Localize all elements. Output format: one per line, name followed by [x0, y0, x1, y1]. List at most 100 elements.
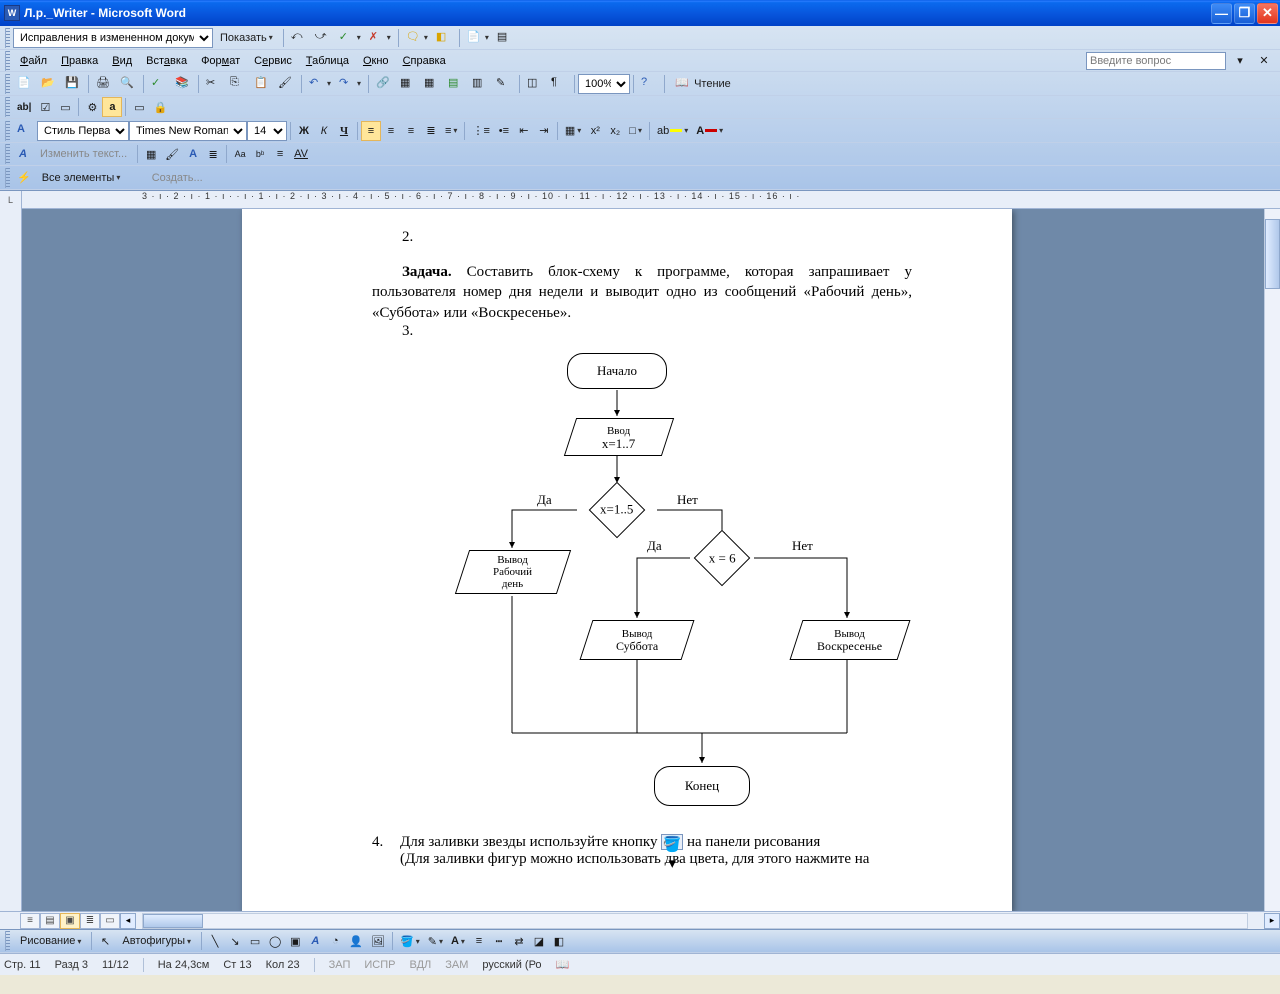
subscript-button[interactable]: x₂ [605, 121, 625, 141]
menu-table[interactable]: Таблица [299, 53, 356, 69]
all-entries-dropdown[interactable]: Все элементы [35, 168, 145, 188]
align-justify-button[interactable]: ≣ [421, 121, 441, 141]
page[interactable]: 2. Задача. Составить блок-схему к програ… [242, 209, 1012, 911]
outline-view-button[interactable]: ≣ [80, 913, 100, 929]
help-search-input[interactable]: Введите вопрос [1086, 52, 1226, 70]
status-ovr[interactable]: ЗАМ [445, 959, 468, 971]
highlight-color-button[interactable]: ab [653, 121, 692, 141]
dash-style-button[interactable]: ┅ [489, 931, 509, 951]
drawing-toggle-button[interactable]: ✎ [492, 74, 516, 94]
wordart-tool-button[interactable]: A [305, 931, 325, 951]
form-shading-button[interactable]: a [102, 97, 122, 117]
decrease-indent-button[interactable]: ⇤ [514, 121, 534, 141]
document-map-button[interactable]: ◫ [523, 74, 547, 94]
print-button[interactable]: 🖨 [92, 74, 116, 94]
menu-edit[interactable]: Правка [54, 53, 105, 69]
superscript-button[interactable]: x² [585, 121, 605, 141]
status-spelling-icon[interactable]: 📖 [556, 958, 570, 971]
line-tool-button[interactable]: ╲ [205, 931, 225, 951]
ruler-corner[interactable]: L [0, 191, 22, 209]
arrow-tool-button[interactable]: ↘ [225, 931, 245, 951]
scroll-right-button[interactable]: ▸ [1264, 913, 1280, 929]
new-doc-button[interactable]: 📄 [13, 74, 37, 94]
bulleted-list-button[interactable]: •≡ [494, 121, 514, 141]
copy-button[interactable]: ⎘ [226, 74, 250, 94]
redo-button[interactable]: ↷ [335, 74, 365, 94]
horizontal-ruler[interactable]: 3 · ı · 2 · ı · 1 · ı · · ı · 1 · ı · 2 … [22, 191, 1280, 209]
track-options-button[interactable]: 📄 [463, 28, 493, 48]
menu-window[interactable]: Окно [356, 53, 396, 69]
scroll-thumb[interactable] [143, 914, 203, 928]
grip-icon[interactable] [5, 28, 10, 48]
edit-text-button[interactable]: Изменить текст... [33, 144, 134, 164]
menu-help[interactable]: Справка [396, 53, 453, 69]
insert-wordart-button[interactable]: A [13, 144, 33, 164]
arrow-style-button[interactable]: ⇄ [509, 931, 529, 951]
line-spacing-button[interactable]: ≡ [441, 121, 461, 141]
status-ext[interactable]: ВДЛ [409, 959, 431, 971]
vertical-ruler[interactable] [0, 209, 22, 911]
document-area[interactable]: 2. Задача. Составить блок-схему к програ… [22, 209, 1280, 911]
tables-borders-button[interactable]: ▦ [396, 74, 420, 94]
wordart-spacing-button[interactable]: AV [290, 144, 312, 164]
track-changes-display-select[interactable]: Исправления в измененном документе [13, 28, 213, 48]
underline-button[interactable]: Ч [334, 121, 354, 141]
reading-view-button[interactable]: ▭ [100, 913, 120, 929]
style-select[interactable]: Стиль Первая с [37, 121, 129, 141]
scroll-thumb[interactable] [1265, 219, 1280, 289]
prev-change-button[interactable]: ⤺ [287, 28, 311, 48]
rectangle-tool-button[interactable]: ▭ [245, 931, 265, 951]
new-comment-button[interactable]: 🗨 [402, 28, 432, 48]
font-color-button-2[interactable]: A [447, 931, 469, 951]
menu-format[interactable]: Формат [194, 53, 247, 69]
highlight-button[interactable]: ◧ [432, 28, 456, 48]
scroll-left-button[interactable]: ◂ [120, 913, 136, 929]
wordart-wrap-button[interactable]: ≣ [203, 144, 223, 164]
paste-button[interactable]: 📋 [250, 74, 274, 94]
accept-change-button[interactable]: ✓ [335, 28, 365, 48]
print-layout-view-button[interactable]: ▣ [60, 913, 80, 929]
close-doc-button[interactable]: ✕ [1254, 51, 1274, 71]
autoshapes-button[interactable]: Автофигуры [115, 931, 198, 951]
form-options-button[interactable]: ⚙ [82, 97, 102, 117]
save-button[interactable]: 💾 [61, 74, 85, 94]
grip-icon[interactable] [5, 121, 10, 141]
line-style-button[interactable]: ≡ [469, 931, 489, 951]
normal-view-button[interactable]: ≡ [20, 913, 40, 929]
status-trk[interactable]: ИСПР [364, 959, 395, 971]
reading-layout-button[interactable]: 📖 Чтение [668, 74, 738, 94]
insert-table-button[interactable]: ▦ [420, 74, 444, 94]
wordart-shape-button[interactable]: A [183, 144, 203, 164]
align-left-button[interactable]: ≡ [361, 121, 381, 141]
next-change-button[interactable]: ⤻ [311, 28, 335, 48]
print-preview-button[interactable]: 🔍 [116, 74, 140, 94]
hyperlink-button[interactable]: 🔗 [372, 74, 396, 94]
increase-indent-button[interactable]: ⇥ [534, 121, 554, 141]
web-view-button[interactable]: ▤ [40, 913, 60, 929]
textbox-tool-button[interactable]: ▣ [285, 931, 305, 951]
grip-icon[interactable] [5, 931, 10, 951]
wordart-vertical-button[interactable]: bᵇ [250, 144, 270, 164]
menu-file[interactable]: Файл [13, 53, 54, 69]
protect-form-button[interactable]: 🔒 [149, 97, 171, 117]
status-rec[interactable]: ЗАП [329, 959, 351, 971]
menu-insert[interactable]: Вставка [139, 53, 194, 69]
wordart-alignment-button[interactable]: ≡ [270, 144, 290, 164]
vertical-scrollbar[interactable] [1264, 209, 1280, 911]
help-button[interactable]: ? [637, 74, 661, 94]
3d-button[interactable]: ◧ [549, 931, 569, 951]
grip-icon[interactable] [5, 97, 10, 117]
show-dropdown[interactable]: Показать [213, 28, 280, 48]
numbered-list-button[interactable]: ⋮≡ [468, 121, 493, 141]
horizontal-scrollbar[interactable] [142, 913, 1248, 929]
grip-icon[interactable] [5, 74, 10, 94]
columns-button[interactable]: ▥ [468, 74, 492, 94]
create-autotext-button[interactable]: Создать... [145, 168, 210, 188]
wordart-same-height-button[interactable]: Aa [230, 144, 250, 164]
clipart-button[interactable]: 👤 [345, 931, 367, 951]
insert-picture-button[interactable]: 🖼 [367, 931, 389, 951]
show-formatting-button[interactable]: ¶ [547, 74, 571, 94]
reject-change-button[interactable]: ✗ [365, 28, 395, 48]
checkbox-field-button[interactable]: ☑ [35, 97, 55, 117]
align-right-button[interactable]: ≡ [401, 121, 421, 141]
